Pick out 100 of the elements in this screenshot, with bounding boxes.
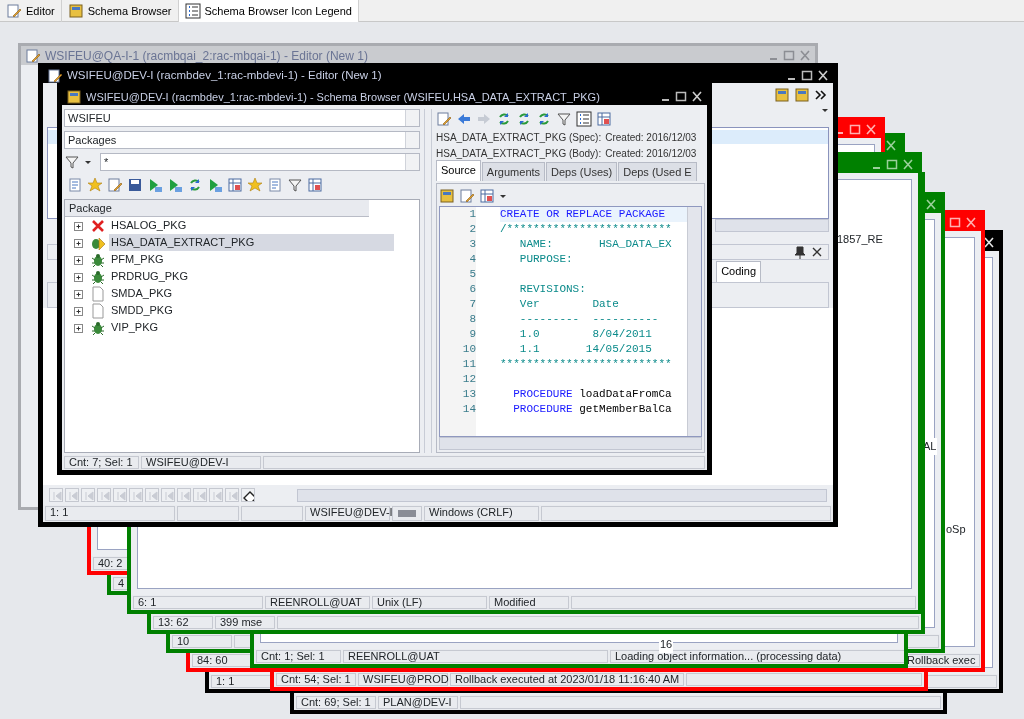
pencil-icon	[25, 47, 41, 64]
scrollbar[interactable]	[439, 437, 702, 450]
tree-item[interactable]: VIP_PKG	[109, 319, 161, 336]
status-text: Cnt: 54; Sel: 1	[276, 673, 356, 686]
panel-tab[interactable]: Coding	[716, 260, 761, 282]
pencil-icon[interactable]	[107, 177, 123, 193]
document-tab[interactable]: Schema Browser	[61, 0, 179, 22]
object-type-select[interactable]: Packages	[64, 131, 420, 149]
refresh-icon[interactable]	[536, 111, 552, 127]
status-panel	[241, 506, 303, 521]
nav-arrow-icon	[226, 489, 238, 501]
close-icon[interactable]	[810, 245, 824, 259]
tree-item[interactable]: HSA_DATA_EXTRACT_PKG	[109, 234, 395, 251]
document-tab[interactable]: Editor	[0, 0, 62, 22]
nav-arrow-icon	[66, 489, 78, 501]
save-icon[interactable]	[127, 177, 143, 193]
cross-icon	[90, 217, 106, 234]
refresh-icon[interactable]	[187, 177, 203, 193]
code-line: PURPOSE:	[518, 252, 574, 267]
tab[interactable]: Deps (Uses)	[546, 161, 618, 181]
record-nav-button[interactable]	[241, 488, 255, 502]
bug-icon	[90, 319, 106, 336]
status-text: PLAN@DEV-I	[378, 696, 458, 709]
document-tab[interactable]: Schema Browser Icon Legend	[178, 0, 359, 22]
maximize-icon[interactable]	[801, 70, 813, 81]
pin-icon[interactable]	[792, 245, 806, 259]
maximize-icon[interactable]	[675, 91, 687, 102]
star-icon[interactable]	[247, 177, 263, 193]
close-icon[interactable]	[691, 91, 703, 102]
object-label: HSA_DATA_EXTRACT_PKG (Spec):	[436, 131, 602, 145]
grid-icon[interactable]	[227, 177, 243, 193]
close-icon[interactable]	[817, 70, 829, 81]
pencil-icon[interactable]	[459, 188, 475, 204]
run-icon[interactable]	[147, 177, 163, 193]
dropdown-arrow-icon[interactable]	[821, 107, 829, 113]
line-number: 1	[468, 207, 476, 222]
tree-item[interactable]: SMDD_PKG	[109, 302, 175, 319]
line-number: 13	[461, 387, 476, 402]
nav-arrow-icon	[146, 489, 158, 501]
status-text: Windows (CRLF)	[424, 506, 539, 521]
tree-item[interactable]: PRDRUG_PKG	[109, 268, 191, 285]
pencil-icon	[6, 3, 22, 19]
code-line: 1.0 8/04/2011	[518, 327, 653, 342]
tree-item[interactable]: SMDA_PKG	[109, 285, 175, 302]
refresh-icon[interactable]	[516, 111, 532, 127]
code-line: Ver Date	[518, 297, 620, 312]
line-number: 12	[461, 372, 476, 387]
line-number: 10	[461, 342, 476, 357]
code-editor[interactable]	[439, 206, 702, 437]
nav-arrow-icon	[162, 489, 174, 501]
code-line: REVISIONS:	[518, 282, 587, 297]
tab[interactable]: Deps (Used E	[618, 161, 697, 181]
pencil-icon	[47, 68, 63, 84]
status-panel	[177, 506, 239, 521]
status-text: REENROLL@UAT	[265, 596, 370, 609]
status-text: Unix (LF)	[372, 596, 487, 609]
dropdown-arrow-icon[interactable]	[84, 159, 92, 165]
filter-field[interactable]: *	[100, 153, 420, 171]
scrollbar[interactable]	[687, 207, 701, 436]
code-line: PROCEDURE loadDataFromCa	[512, 387, 673, 402]
run-icon[interactable]	[167, 177, 183, 193]
tab[interactable]: Arguments	[481, 161, 546, 181]
code-line: /*************************	[500, 222, 673, 237]
scrollbar[interactable]	[297, 488, 827, 502]
grid-icon[interactable]	[307, 177, 323, 193]
grid-icon[interactable]	[596, 111, 612, 127]
tree-item[interactable]: PFM_PKG	[109, 251, 166, 268]
run-icon[interactable]	[207, 177, 223, 193]
window-title: WSIFEU@QA-I-1 (racmbqai_2:rac-mbqai-1) - Editor (New 1)	[45, 48, 368, 63]
document-icon[interactable]	[267, 177, 283, 193]
bug-icon	[90, 268, 106, 285]
schema-select[interactable]: WSIFEU	[64, 109, 420, 127]
line-number: 2	[468, 222, 476, 237]
code-line: PROCEDURE getMemberBalCa	[512, 402, 673, 417]
line-number: 7	[468, 297, 476, 312]
list-icon[interactable]	[576, 111, 592, 127]
line-number: 6	[468, 282, 476, 297]
tree-item[interactable]: HSALOG_PKG	[109, 217, 189, 234]
document-icon[interactable]	[67, 177, 83, 193]
list-icon	[184, 3, 201, 19]
dropdown-arrow-icon[interactable]	[499, 193, 507, 199]
code-line: --------- ----------	[518, 312, 660, 327]
scrollbar[interactable]	[715, 219, 829, 232]
chevron-icon[interactable]	[814, 88, 827, 102]
line-number: 14	[461, 402, 476, 417]
back-arrow-icon[interactable]	[456, 111, 472, 127]
filter-icon[interactable]	[64, 154, 80, 170]
nav-arrow-icon	[82, 489, 94, 501]
refresh-icon[interactable]	[496, 111, 512, 127]
status-text: Loading object information... (processing data)	[610, 650, 904, 663]
keyboard-icon	[397, 507, 417, 518]
status-text: Cnt: 69; Sel: 1	[296, 696, 376, 709]
tab[interactable]: Source	[436, 159, 481, 181]
grid-icon[interactable]	[479, 188, 495, 204]
column-header[interactable]: Package	[65, 200, 369, 217]
eraser-icon	[242, 489, 254, 501]
created-date: Created: 2016/12/03	[605, 147, 697, 161]
star-icon[interactable]	[87, 177, 103, 193]
bug-icon	[90, 251, 106, 268]
status-text: 10	[172, 635, 232, 648]
